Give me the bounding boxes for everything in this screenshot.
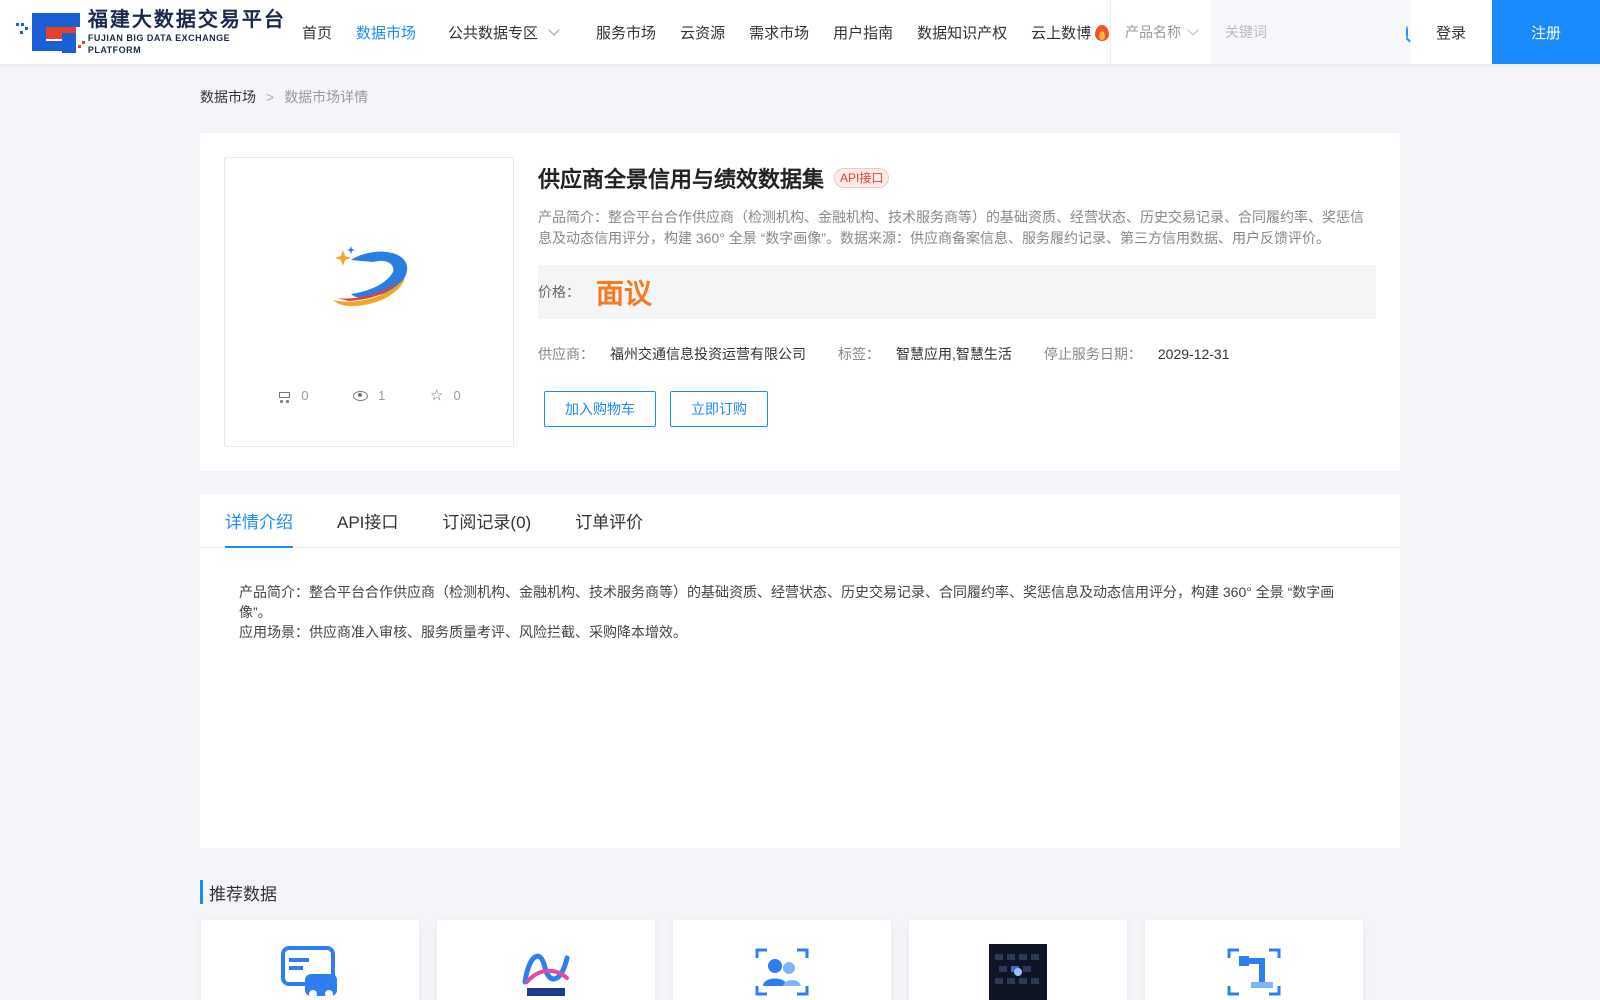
view-count: 1 [378, 388, 386, 403]
favorite-count-stat[interactable]: ☆ 0 [430, 388, 461, 403]
detail-scenario-text: 应用场景：供应商准入审核、服务质量考评、风险拦截、采购降本增效。 [239, 624, 687, 640]
recommend-card[interactable] [1145, 920, 1363, 1000]
product-meta: 供应商： 福州交通信息投资运营有限公司 标签： 智慧应用,智慧生活 停止服务日期… [538, 341, 1376, 367]
keyboard-photo [989, 944, 1047, 1000]
robot-arm-scan-icon [1227, 948, 1281, 996]
detail-panel: 详情介绍 API接口 订阅记录(0) 订单评价 产品简介：整合平台合作供应商（检… [200, 494, 1400, 848]
breadcrumb: 数据市场 > 数据市场详情 [200, 86, 368, 108]
cart-count-stat: 0 [277, 388, 309, 403]
nav-cloud-expo[interactable]: 云上数博 [1031, 22, 1110, 43]
detail-intro-text: 产品简介：整合平台合作供应商（检测机构、金融机构、技术服务商等）的基础资质、经营… [239, 584, 1335, 620]
logo-mark-icon [16, 9, 85, 55]
nav-data-ip[interactable]: 数据知识产权 [917, 22, 1007, 43]
cart-icon [277, 390, 291, 403]
supplier-value: 福州交通信息投资运营有限公司 [610, 346, 806, 362]
nav-home[interactable]: 首页 [302, 22, 332, 43]
product-thumbnail: 0 1 ☆ 0 [224, 157, 514, 447]
star-icon[interactable]: ☆ [430, 388, 443, 403]
main-nav: 首页 数据市场 公共数据专区 服务市场 云资源 需求市场 用户指南 数据知识产权… [290, 0, 1121, 64]
cart-count: 0 [301, 388, 309, 403]
logo-title: 福建大数据交易平台 [87, 9, 286, 31]
recommend-title: 推荐数据 [209, 884, 277, 904]
recommend-card[interactable] [909, 920, 1127, 1000]
nav-public-data-label: 公共数据专区 [448, 24, 539, 42]
nav-demand-market[interactable]: 需求市场 [749, 22, 809, 43]
chevron-down-icon [548, 24, 560, 36]
detail-tabs: 详情介绍 API接口 订阅记录(0) 订单评价 [200, 494, 1400, 548]
product-intro: 产品简介：整合平台合作供应商（检测机构、金融机构、技术服务商等）的基础资质、经营… [538, 209, 1364, 246]
fire-icon [1095, 23, 1110, 41]
search-type-select[interactable]: 产品名称 [1111, 0, 1211, 64]
car-card-icon [281, 946, 337, 998]
favorite-count: 0 [453, 388, 461, 403]
tab-subscriptions[interactable]: 订阅记录(0) [442, 493, 531, 547]
logo-subtitle: FUJIAN BIG DATA EXCHANGE PLATFORM [87, 33, 231, 55]
search-box [1211, 0, 1411, 64]
anjin-data-logo [522, 953, 570, 996]
recommend-heading: 推荐数据 [200, 880, 277, 904]
recommend-card[interactable] [673, 920, 891, 1000]
nav-service-market[interactable]: 服务市场 [596, 22, 656, 43]
product-logo-icon [333, 246, 408, 306]
tab-api[interactable]: API接口 [337, 493, 398, 547]
nav-user-guide[interactable]: 用户指南 [833, 22, 893, 43]
tab-reviews[interactable]: 订单评价 [575, 493, 643, 547]
nav-data-market[interactable]: 数据市场 [356, 22, 416, 43]
search-icon[interactable] [1406, 25, 1408, 39]
breadcrumb-root[interactable]: 数据市场 [200, 87, 256, 107]
supplier-label: 供应商： [538, 346, 594, 362]
stop-date-label: 停止服务日期： [1043, 346, 1142, 362]
breadcrumb-current: 数据市场详情 [284, 89, 369, 105]
tags-value: 智慧应用,智慧生活 [896, 346, 1012, 362]
section-accent-bar [200, 880, 203, 904]
product-card: 0 1 ☆ 0 供应商全景信用与绩效数据集 API接口 产品简介：整合平台合作供… [200, 133, 1400, 471]
product-info: 供应商全景信用与绩效数据集 API接口 产品简介：整合平台合作供应商（检测机构、… [538, 157, 1376, 427]
add-to-cart-button[interactable]: 加入购物车 [544, 391, 656, 427]
users-scan-icon [755, 948, 809, 996]
eye-icon [353, 390, 369, 401]
tags-label: 标签： [838, 346, 880, 362]
subscribe-now-button[interactable]: 立即订购 [670, 391, 768, 427]
search-type-label: 产品名称 [1125, 24, 1181, 40]
nav-public-data[interactable]: 公共数据专区 [448, 22, 560, 43]
search-input[interactable] [1225, 24, 1406, 40]
register-button[interactable]: 注册 [1492, 0, 1600, 64]
detail-content: 产品简介：整合平台合作供应商（检测机构、金融机构、技术服务商等）的基础资质、经营… [200, 548, 1400, 642]
tab-details[interactable]: 详情介绍 [225, 493, 293, 548]
login-button[interactable]: 登录 [1410, 0, 1492, 64]
product-actions: 加入购物车 立即订购 [538, 391, 1376, 427]
view-count-stat: 1 [353, 388, 385, 403]
product-title: 供应商全景信用与绩效数据集 [538, 167, 825, 192]
site-logo[interactable]: 福建大数据交易平台 FUJIAN BIG DATA EXCHANGE PLATF… [16, 8, 286, 56]
price-label: 价格： [538, 284, 580, 300]
stop-date-value: 2029-12-31 [1157, 346, 1230, 362]
product-stats: 0 1 ☆ 0 [225, 388, 513, 403]
recommend-card[interactable] [201, 920, 419, 1000]
top-header: 福建大数据交易平台 FUJIAN BIG DATA EXCHANGE PLATF… [0, 0, 1600, 64]
recommend-card[interactable] [437, 920, 655, 1000]
search-bar: 产品名称 [1110, 0, 1411, 64]
nav-cloud-expo-label: 云上数博 [1031, 24, 1092, 42]
price-row: 价格： 面议 [538, 265, 1376, 319]
breadcrumb-separator: > [266, 89, 275, 105]
nav-cloud-resources[interactable]: 云资源 [680, 22, 725, 43]
price-value: 面议 [596, 278, 653, 309]
product-type-badge: API接口 [834, 168, 890, 188]
chevron-down-icon [1187, 24, 1199, 36]
